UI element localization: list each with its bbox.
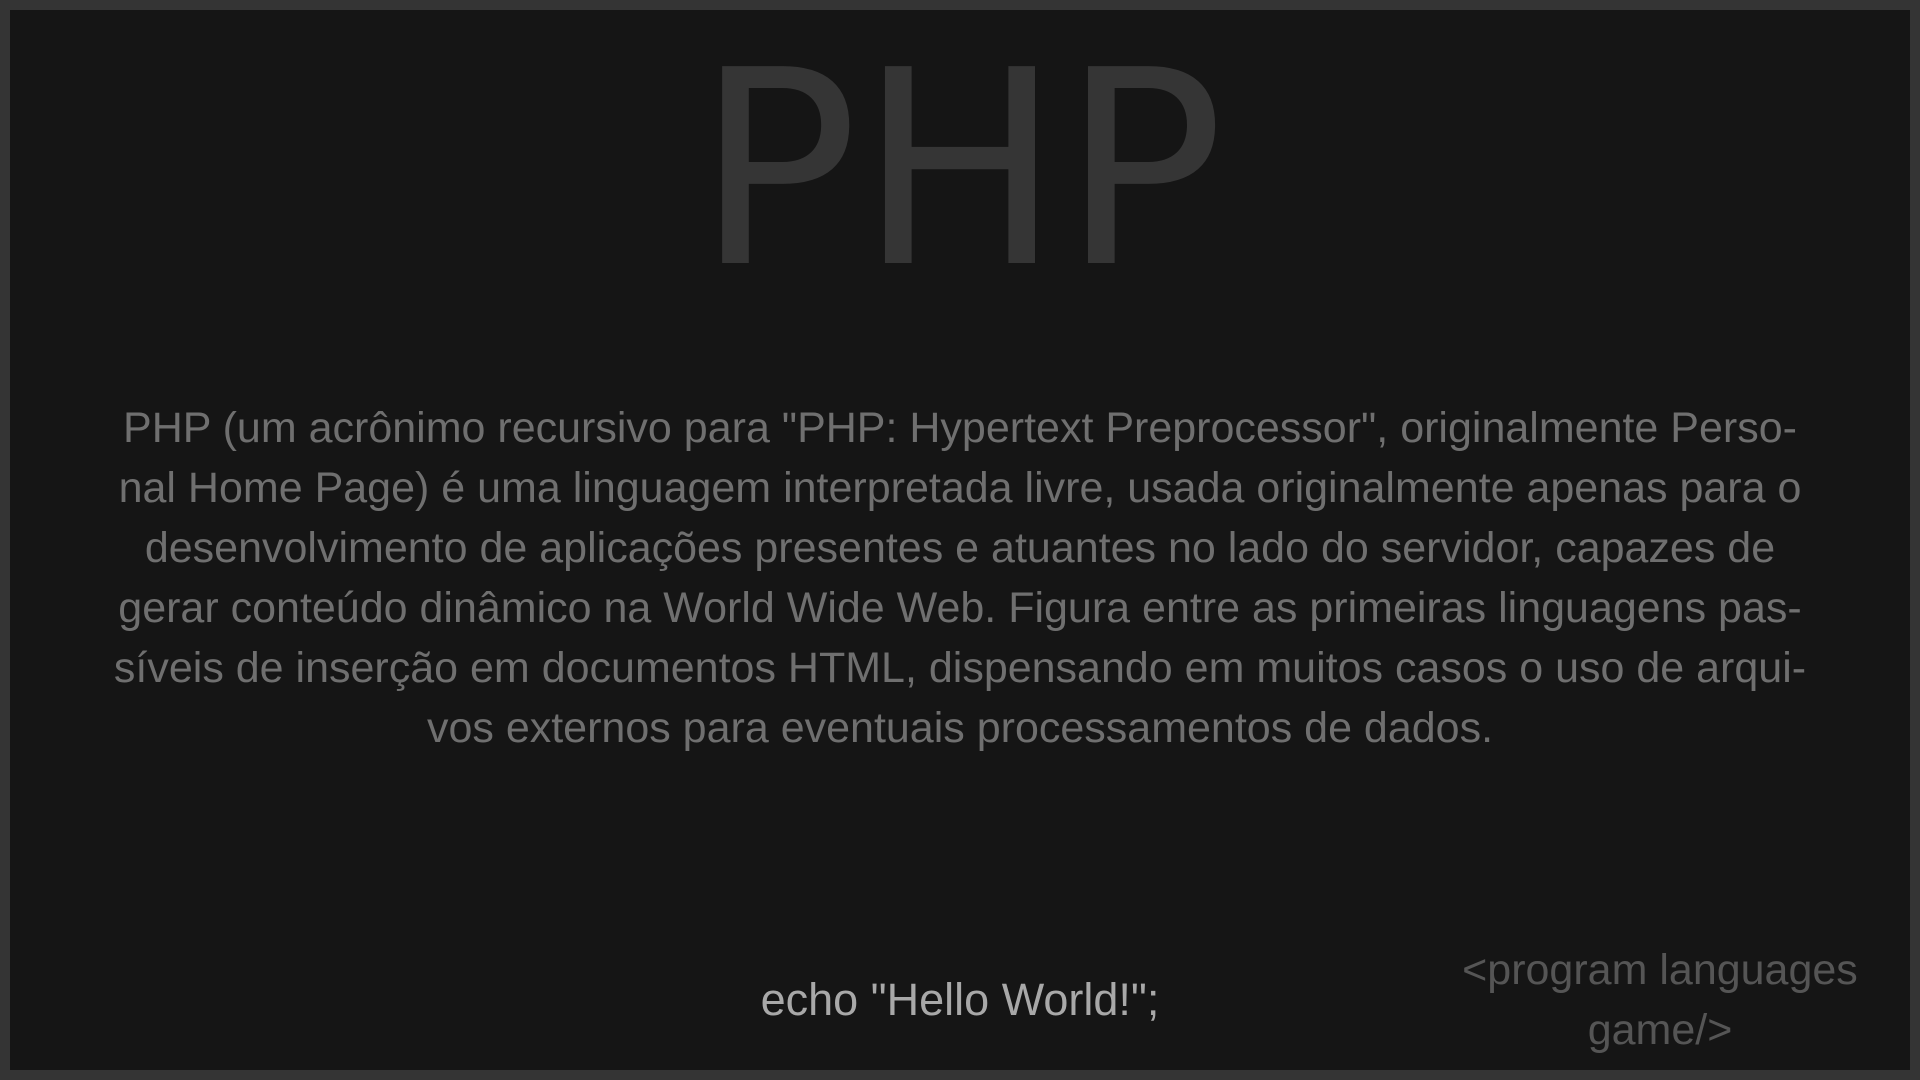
description-text: PHP (um acrônimo recursivo para "PHP: Hy… [113,404,1807,752]
page-title: PHP [695,12,1225,327]
slide-card: PHP PHP (um acrônimo recursivo para "PHP… [10,10,1910,1070]
game-tag: <program languages game/> [1462,946,1858,1054]
